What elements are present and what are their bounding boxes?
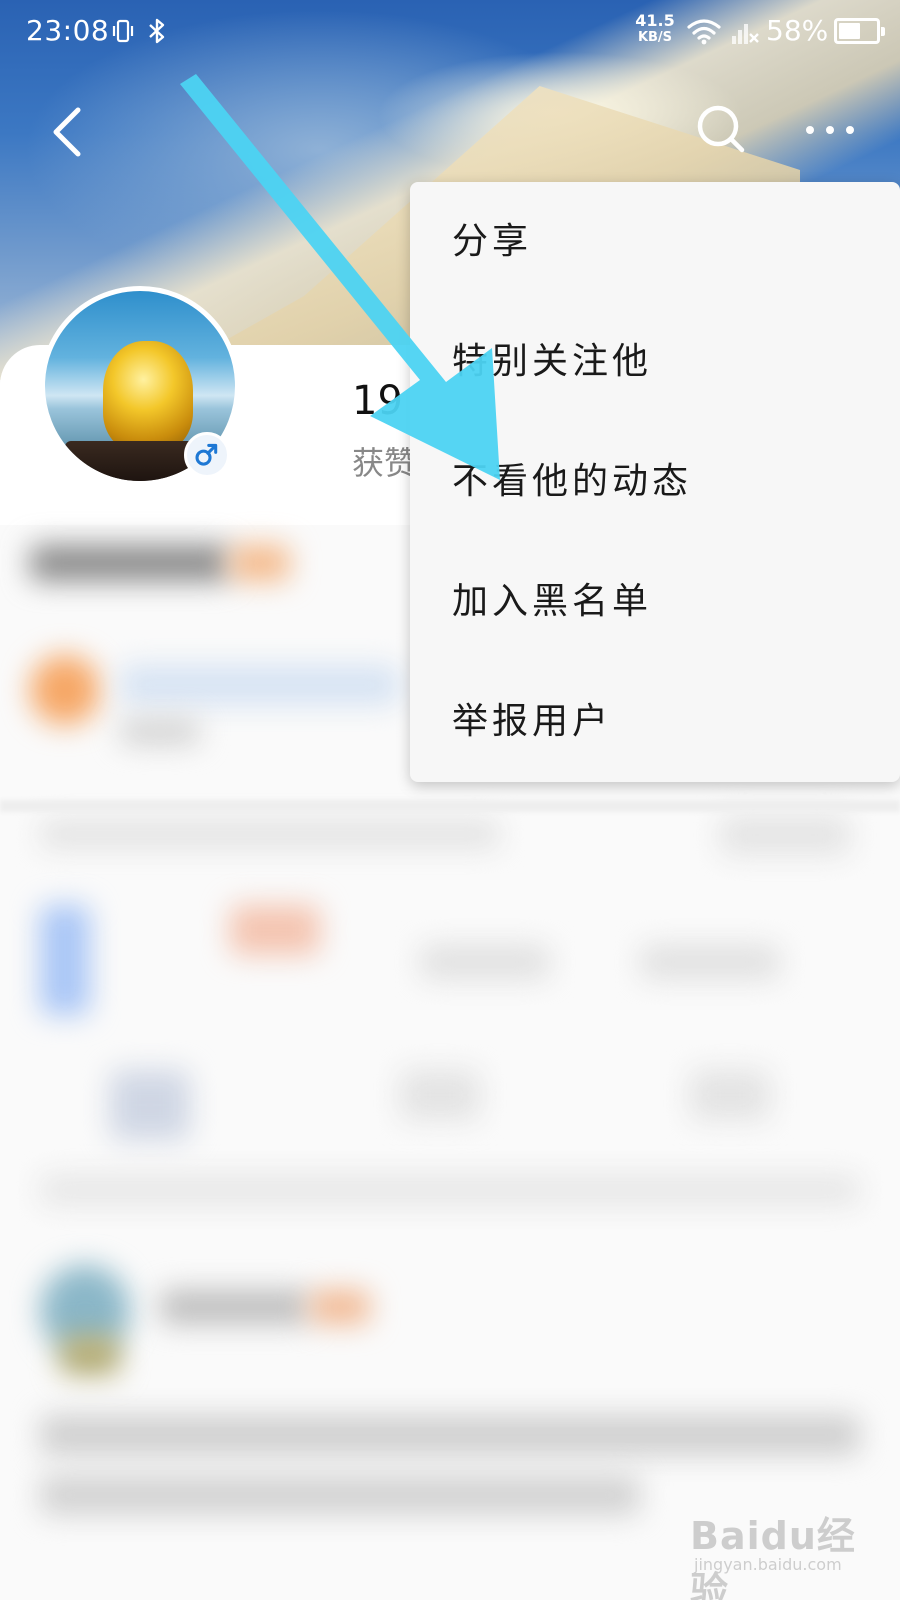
blurred-block [420, 945, 550, 979]
baidu-watermark: Baidu经验 jingyan.baidu.com [690, 1505, 870, 1600]
more-button[interactable] [800, 112, 860, 148]
blurred-block [40, 1475, 640, 1515]
battery-percent: 58% [766, 14, 829, 47]
battery-icon [834, 18, 885, 44]
blurred-block [230, 545, 290, 581]
chevron-left-icon [53, 107, 81, 157]
more-horizontal-icon [806, 126, 854, 134]
network-speed: 41.5 KB/S [634, 12, 676, 46]
blurred-block [40, 820, 500, 848]
blurred-block [690, 1070, 770, 1120]
menu-item-add-blacklist[interactable]: 加入黑名单 [410, 542, 900, 662]
likes-label: 获赞 [352, 444, 417, 482]
avatar-golden-statue [103, 341, 193, 451]
section-divider [0, 800, 900, 812]
battery-nub [881, 27, 885, 36]
signal-icon [732, 24, 759, 44]
blurred-block [230, 905, 320, 955]
blurred-block [30, 655, 100, 725]
profile-screen: 23:08 41.5 KB/S 58% 19 获赞 分享 特别关注他 不看他的动… [0, 0, 900, 1600]
gender-male-badge [184, 432, 230, 478]
blurred-block [40, 1175, 860, 1205]
blurred-block [400, 1070, 480, 1120]
blurred-block [40, 905, 90, 1015]
menu-item-share[interactable]: 分享 [410, 182, 900, 302]
blurred-block [40, 1415, 860, 1455]
status-time: 23:08 [26, 14, 110, 47]
search-icon [697, 105, 745, 153]
male-icon [195, 443, 218, 466]
network-speed-unit: KB/S [637, 30, 673, 45]
search-button[interactable] [692, 100, 752, 160]
menu-item-hide-updates[interactable]: 不看他的动态 [410, 422, 900, 542]
vibrate-icon [112, 19, 134, 43]
blurred-block [310, 1290, 370, 1324]
blurred-block [60, 1335, 120, 1375]
back-button[interactable] [40, 100, 100, 164]
watermark-logo: Baidu经验 [690, 1514, 856, 1600]
menu-item-special-follow[interactable]: 特别关注他 [410, 302, 900, 422]
battery-fill [839, 23, 860, 39]
blurred-block [30, 545, 230, 581]
blurred-block [110, 1070, 190, 1140]
overflow-menu: 分享 特别关注他 不看他的动态 加入黑名单 举报用户 [410, 182, 900, 782]
status-bar: 23:08 41.5 KB/S 58% [0, 0, 900, 64]
blurred-block [160, 1290, 310, 1324]
blurred-block [120, 720, 200, 744]
bluetooth-icon [149, 18, 165, 44]
watermark-url: jingyan.baidu.com [694, 1555, 842, 1574]
menu-item-report-user[interactable]: 举报用户 [410, 662, 900, 782]
username: 19 [352, 378, 403, 424]
network-speed-value: 41.5 [635, 11, 675, 30]
blurred-block [640, 945, 780, 979]
blurred-block [720, 815, 850, 855]
wifi-icon [687, 19, 721, 45]
blurred-block [120, 665, 400, 705]
